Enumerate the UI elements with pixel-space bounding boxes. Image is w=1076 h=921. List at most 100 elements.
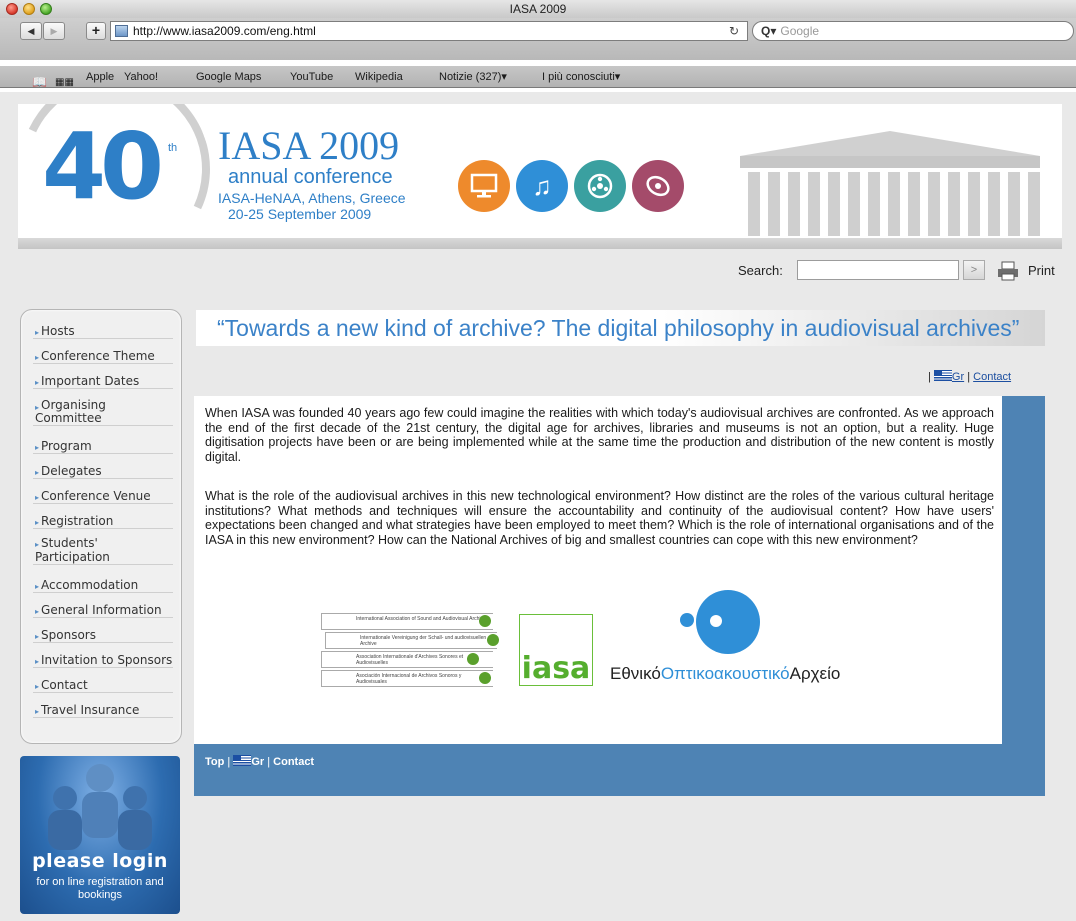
footer-top-link[interactable]: Top [205, 756, 224, 768]
bookmark-wikipedia[interactable]: Wikipedia [355, 66, 403, 88]
logo-row-german: Internationale Vereinigung der Schall- u… [325, 632, 497, 649]
green-dot-icon [487, 634, 499, 646]
conference-location: IASA-HeNAA, Athens, Greece [218, 190, 406, 206]
grid-icon[interactable]: ▦▦ [55, 72, 74, 94]
greek-flag-icon[interactable] [933, 370, 952, 381]
bookmarks-bar: 📖 ▦▦ Apple Yahoo! Google Maps YouTube Wi… [0, 66, 1076, 89]
bookmark-youtube[interactable]: YouTube [290, 66, 333, 88]
menu-item-label: Organising Committee [35, 398, 106, 425]
menu-item-important-dates[interactable]: ▸ Important Dates [33, 374, 173, 389]
site-search-input[interactable] [797, 260, 959, 280]
forward-arrow-icon: ▶ [50, 26, 58, 36]
menu-arrow-icon: ▸ [35, 657, 40, 666]
eoa-word-1: Εθνικό [610, 664, 661, 683]
iasa-logo-text: iasa [521, 651, 591, 686]
menu-item-label: Invitation to Sponsors [41, 653, 173, 667]
page-headline: “Towards a new kind of archive? The digi… [217, 315, 1020, 341]
iasa-multilingual-logo: International Association of Sound and A… [321, 613, 501, 689]
eoa-word-3: Αρχείο [789, 664, 841, 683]
menu-arrow-icon: ▸ [35, 707, 40, 716]
menu-item-label: General Information [41, 603, 162, 617]
menu-item-label: Important Dates [41, 374, 140, 388]
zoom-window-button[interactable] [40, 3, 52, 15]
greek-language-link[interactable]: Gr [952, 371, 964, 383]
menu-arrow-icon: ▸ [35, 403, 40, 412]
menu-item-registration[interactable]: ▸ Registration [33, 514, 173, 529]
iasa-logo: iasa [519, 614, 593, 686]
address-url: http://www.iasa2009.com/eng.html [133, 24, 316, 38]
green-dot-icon [479, 615, 491, 627]
menu-arrow-icon: ▸ [35, 582, 40, 591]
contact-link[interactable]: Contact [973, 371, 1011, 383]
web-page: 40 th IASA 2009 annual conference IASA-H… [0, 92, 1076, 921]
search-go-button[interactable]: > [963, 260, 985, 280]
window-title: IASA 2009 [509, 2, 567, 16]
green-dot-icon [467, 653, 479, 665]
menu-item-general-information[interactable]: ▸ General Information [33, 603, 173, 618]
logo-row-english: International Association of Sound and A… [321, 613, 493, 630]
browser-search-field[interactable]: Q▾ Google [752, 21, 1074, 41]
menu-arrow-icon: ▸ [35, 607, 40, 616]
menu-item-hosts[interactable]: ▸ Hosts [33, 324, 173, 339]
footer-greek-link[interactable]: Gr [251, 756, 264, 768]
footer-links: Top | Gr | Contact [205, 755, 314, 768]
anniversary-number: 40 [42, 113, 164, 220]
conference-title: IASA 2009 [218, 123, 400, 168]
intro-paragraph: When IASA was founded 40 years ago few c… [205, 406, 994, 464]
print-link[interactable]: Print [1028, 263, 1055, 278]
menu-item-label: Conference Venue [41, 489, 151, 503]
page-icon [115, 25, 128, 37]
national-audiovisual-archive-logo: ΕθνικόΟπτικοακουστικόΑρχείο [610, 664, 840, 684]
bookmark-apple[interactable]: Apple [86, 66, 114, 88]
greek-flag-icon[interactable] [233, 755, 252, 766]
login-title: please login [32, 850, 168, 872]
login-promo-banner[interactable]: please login for on line registration an… [20, 756, 180, 914]
back-button[interactable]: ◀ [20, 22, 42, 40]
eoa-word-2: Οπτικοακουστικό [660, 664, 790, 683]
menu-arrow-icon: ▸ [35, 682, 40, 691]
menu-item-label: Delegates [41, 464, 102, 478]
site-search-label: Search: [738, 263, 783, 278]
bookmark-google-maps[interactable]: Google Maps [196, 66, 261, 88]
chevron-right-icon: > [970, 264, 978, 276]
bookmarks-area: 📖 ▦▦ Apple Yahoo! Google Maps YouTube Wi… [0, 42, 1076, 92]
film-reel-icon [574, 160, 626, 212]
bookmark-yahoo[interactable]: Yahoo! [124, 66, 158, 88]
eoa-white-dot-icon [710, 615, 722, 627]
questions-paragraph: What is the role of the audiovisual arch… [205, 489, 994, 547]
menu-item-travel-insurance[interactable]: ▸ Travel Insurance [33, 703, 173, 718]
book-icon[interactable]: 📖 [32, 71, 47, 93]
menu-item-label: Hosts [41, 324, 75, 338]
plus-icon: + [91, 22, 101, 38]
menu-arrow-icon: ▸ [35, 328, 40, 337]
bookmark-notizie[interactable]: Notizie (327)▾ [439, 66, 507, 88]
footer-contact-link[interactable]: Contact [273, 756, 314, 768]
menu-item-students-participation[interactable]: ▸ Students' Participation [33, 536, 173, 565]
printer-icon[interactable] [996, 261, 1020, 281]
gramophone-icon [632, 160, 684, 212]
menu-item-program[interactable]: ▸ Program [33, 439, 173, 454]
bookmark-most-visited[interactable]: I più conosciuti▾ [542, 66, 620, 88]
menu-item-label: Conference Theme [41, 349, 155, 363]
forward-button[interactable]: ▶ [43, 22, 65, 40]
menu-item-sponsors[interactable]: ▸ Sponsors [33, 628, 173, 643]
reload-icon[interactable]: ↻ [729, 22, 739, 40]
address-bar[interactable]: http://www.iasa2009.com/eng.html ↻ [110, 21, 748, 41]
menu-item-contact[interactable]: ▸ Contact [33, 678, 173, 693]
menu-arrow-icon: ▸ [35, 493, 40, 502]
menu-arrow-icon: ▸ [35, 468, 40, 477]
close-window-button[interactable] [6, 3, 18, 15]
main-menu: ▸ Hosts ▸ Conference Theme ▸ Important Date… [20, 309, 182, 744]
minimize-window-button[interactable] [23, 3, 35, 15]
eoa-large-dot-icon [696, 590, 760, 654]
menu-arrow-icon: ▸ [35, 632, 40, 641]
menu-item-accommodation[interactable]: ▸ Accommodation [33, 578, 173, 593]
add-bookmark-button[interactable]: + [86, 22, 106, 40]
menu-item-conference-theme[interactable]: ▸ Conference Theme [33, 349, 173, 364]
green-dot-icon [479, 672, 491, 684]
menu-item-organising-committee[interactable]: ▸ Organising Committee [33, 399, 173, 426]
menu-arrow-icon: ▸ [35, 518, 40, 527]
menu-item-invitation-to-sponsors[interactable]: ▸ Invitation to Sponsors [33, 653, 173, 668]
menu-item-delegates[interactable]: ▸ Delegates [33, 464, 173, 479]
menu-item-conference-venue[interactable]: ▸ Conference Venue [33, 489, 173, 504]
